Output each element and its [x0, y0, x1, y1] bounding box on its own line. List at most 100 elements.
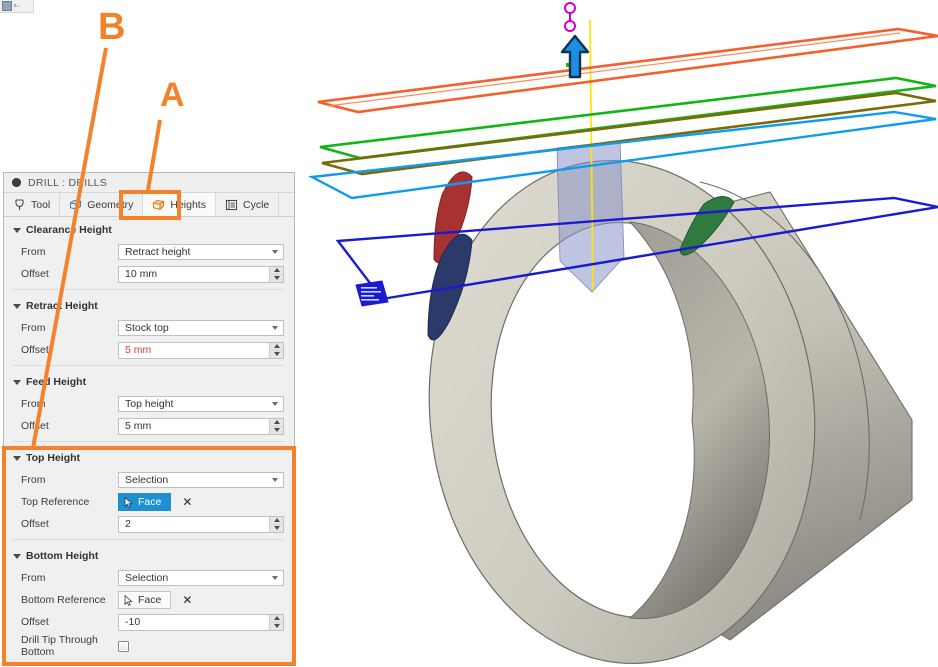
plane-label-tag [355, 280, 389, 307]
tab-cycle[interactable]: Cycle [215, 193, 280, 216]
top-from-select[interactable]: Selection [118, 472, 284, 488]
row-bottom-from: From Selection [4, 567, 294, 589]
top-reference-clear-button[interactable]: ✕ [182, 496, 192, 508]
tab-tool-label: Tool [31, 198, 51, 211]
heights-box-icon [152, 199, 166, 210]
drill-operation-dialog[interactable]: DRILL : DRILLS Tool Geometry Heights Cyc… [3, 172, 295, 666]
row-top-reference: Top Reference Face ✕ [4, 491, 294, 513]
row-top-offset: Offset 2 [4, 513, 294, 535]
section-title: Retract Height [26, 300, 98, 312]
stepper-buttons[interactable] [269, 614, 283, 630]
field-label: Offset [21, 344, 49, 356]
chevron-down-icon [272, 402, 278, 406]
stepper-up-button[interactable] [270, 615, 283, 623]
stepper-up-button[interactable] [270, 267, 283, 275]
tab-tool[interactable]: Tool [4, 193, 61, 216]
stepper-down-button[interactable] [270, 351, 283, 358]
stepper-up-button[interactable] [270, 419, 283, 427]
stepper-buttons[interactable] [269, 342, 283, 358]
bottom-from-select[interactable]: Selection [118, 570, 284, 586]
stepper-up-button[interactable] [270, 343, 283, 351]
stepper-down-button[interactable] [270, 525, 283, 532]
toolbar-fragment[interactable]: s... [0, 0, 34, 13]
row-bottom-offset: Offset -10 [4, 611, 294, 633]
section-header-bottom-height[interactable]: Bottom Height [4, 543, 294, 567]
row-top-from: From Selection [4, 469, 294, 491]
chevron-down-icon[interactable] [13, 379, 21, 385]
field-label: Offset [21, 616, 49, 628]
cursor-arrow-icon [124, 496, 133, 508]
chevron-down-icon[interactable] [13, 227, 21, 233]
section-title: Top Height [26, 452, 81, 464]
feed-offset-stepper[interactable]: 5 mm [118, 417, 284, 435]
operation-dot-icon [12, 178, 21, 187]
section-header-clearance-height[interactable]: Clearance Height [4, 217, 294, 241]
clearance-offset-value[interactable]: 10 mm [119, 267, 269, 282]
section-title: Feed Height [26, 376, 87, 388]
divider [13, 365, 284, 366]
dialog-tab-bar[interactable]: Tool Geometry Heights Cycle [4, 193, 294, 217]
top-offset-value[interactable]: 2 [119, 517, 269, 532]
row-feed-from: From Top height [4, 393, 294, 415]
drill-tip-through-bottom-checkbox[interactable] [118, 640, 129, 652]
geometry-box-icon [69, 199, 82, 210]
drill-tool-icon [15, 198, 24, 210]
field-label: From [21, 322, 46, 334]
field-label: From [21, 474, 46, 486]
field-label: Offset [21, 518, 49, 530]
feed-from-select[interactable]: Top height [118, 396, 284, 412]
stepper-buttons[interactable] [269, 266, 283, 282]
3d-viewport[interactable] [300, 0, 938, 667]
clearance-from-value: Retract height [125, 246, 191, 258]
origin-marker [564, 2, 576, 32]
bottom-reference-face-label: Face [138, 594, 162, 606]
feed-offset-value[interactable]: 5 mm [119, 419, 269, 434]
section-header-feed-height[interactable]: Feed Height [4, 369, 294, 393]
stepper-buttons[interactable] [269, 516, 283, 532]
field-label: From [21, 398, 46, 410]
clearance-from-select[interactable]: Retract height [118, 244, 284, 260]
section-header-retract-height[interactable]: Retract Height [4, 293, 294, 317]
cycle-list-icon [225, 199, 238, 210]
section-header-top-height[interactable]: Top Height [4, 445, 294, 469]
row-feed-offset: Offset 5 mm [4, 415, 294, 437]
retract-offset-value[interactable]: 5 mm [119, 343, 269, 358]
row-clearance-from: From Retract height [4, 241, 294, 263]
bottom-offset-value[interactable]: -10 [119, 615, 269, 630]
divider [13, 441, 284, 442]
tab-heights[interactable]: Heights [143, 193, 216, 216]
stepper-down-button[interactable] [270, 275, 283, 282]
field-label: Offset [21, 268, 49, 280]
toolbar-fragment-label: s... [14, 2, 20, 9]
field-label: Drill Tip Through Bottom [21, 634, 98, 658]
stepper-down-button[interactable] [270, 623, 283, 630]
stepper-buttons[interactable] [269, 418, 283, 434]
dialog-title: DRILL : DRILLS [28, 176, 108, 189]
stepper-down-button[interactable] [270, 427, 283, 434]
chevron-down-icon[interactable] [13, 455, 21, 461]
chevron-down-icon [272, 250, 278, 254]
tab-geometry-label: Geometry [87, 198, 134, 211]
chevron-down-icon [272, 478, 278, 482]
clearance-offset-stepper[interactable]: 10 mm [118, 265, 284, 283]
chevron-down-icon [272, 326, 278, 330]
heights-settings-panel[interactable]: Clearance Height From Retract height Off… [4, 217, 294, 666]
top-reference-face-button[interactable]: Face [118, 493, 172, 511]
bottom-reference-face-button[interactable]: Face [118, 591, 172, 609]
stepper-up-button[interactable] [270, 517, 283, 525]
section-feed-height: Feed Height From Top height Offset 5 mm [4, 369, 294, 445]
top-offset-stepper[interactable]: 2 [118, 515, 284, 533]
bottom-reference-clear-button[interactable]: ✕ [182, 594, 192, 606]
retract-from-select[interactable]: Stock top [118, 320, 284, 336]
toolbar-icon[interactable] [2, 1, 12, 11]
bottom-offset-stepper[interactable]: -10 [118, 613, 284, 631]
chevron-down-icon[interactable] [13, 553, 21, 559]
field-label: From [21, 246, 46, 258]
chevron-down-icon[interactable] [13, 303, 21, 309]
tab-heights-label: Heights [170, 198, 206, 211]
section-clearance-height: Clearance Height From Retract height Off… [4, 217, 294, 293]
chevron-down-icon [272, 576, 278, 580]
retract-offset-stepper[interactable]: 5 mm [118, 341, 284, 359]
bottom-from-value: Selection [125, 572, 169, 584]
tab-geometry[interactable]: Geometry [60, 193, 144, 216]
